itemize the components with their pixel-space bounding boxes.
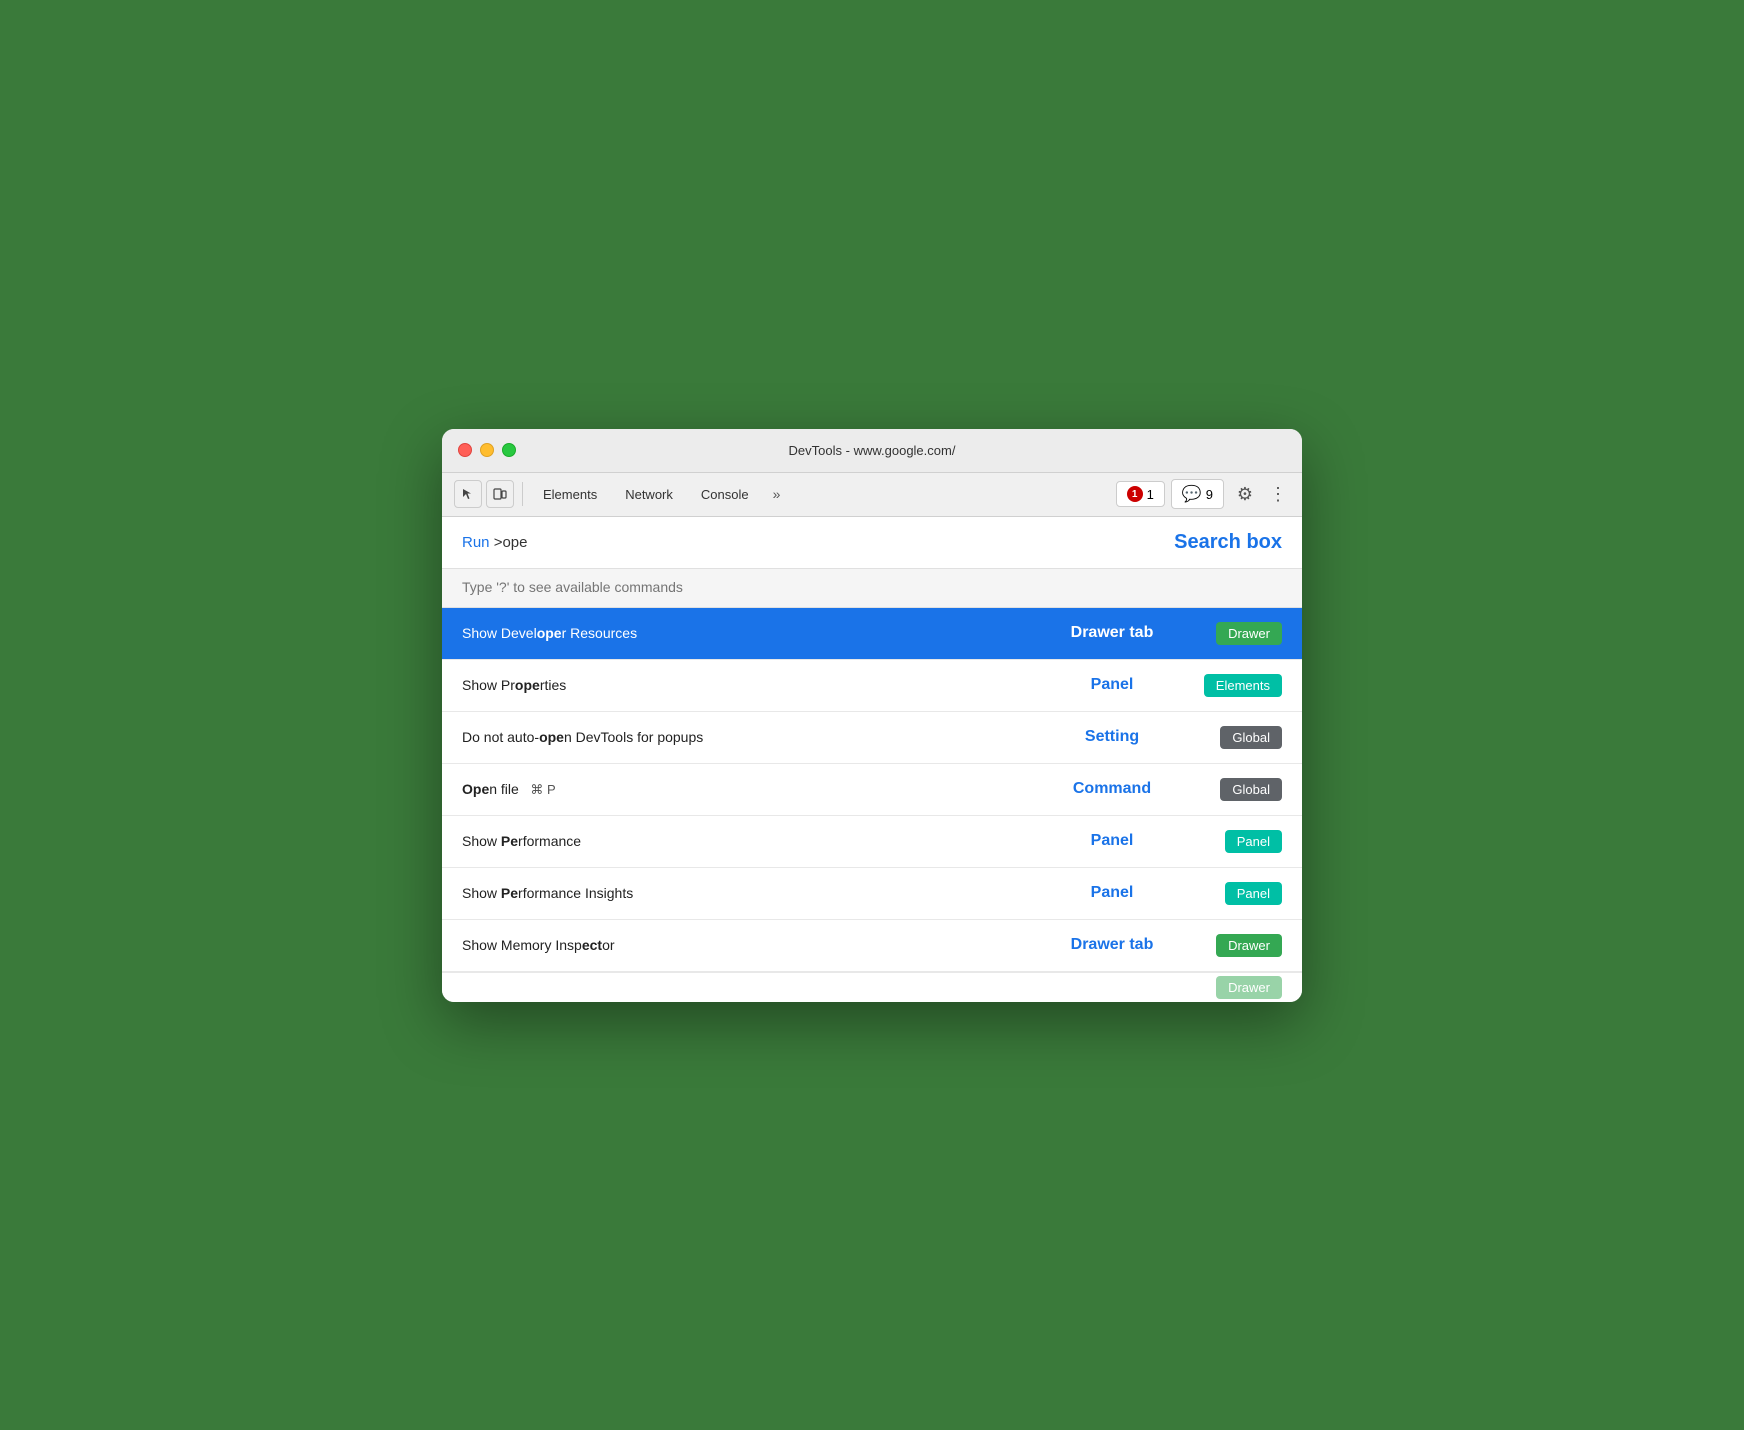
highlight-1: ope [537, 625, 562, 641]
result-row-show-properties[interactable]: Show Properties Panel Elements [442, 660, 1302, 712]
message-count-label: 9 [1206, 487, 1213, 502]
device-toolbar-button[interactable] [486, 480, 514, 508]
cursor-icon [461, 487, 475, 501]
result-row-show-performance[interactable]: Show Performance Panel Panel [442, 816, 1302, 868]
result-row-do-not-auto-open[interactable]: Do not auto-open DevTools for popups Set… [442, 712, 1302, 764]
devtools-window: DevTools - www.google.com/ Elements Netw… [442, 429, 1302, 1002]
results-list: Show Developer Resources Drawer tab Draw… [442, 608, 1302, 1002]
command-search-input[interactable] [462, 579, 1282, 595]
title-bar: DevTools - www.google.com/ [442, 429, 1302, 473]
highlight-3: ope [539, 729, 564, 745]
result-row-show-memory-inspector[interactable]: Show Memory Inspector Drawer tab Drawer [442, 920, 1302, 972]
error-badge: 1 [1127, 486, 1143, 502]
row-name-1: Show Developer Resources [462, 625, 1022, 641]
command-palette-header: Run >ope Search box [442, 517, 1302, 569]
badge-global-4: Global [1220, 778, 1282, 801]
more-dots-icon: ⋮ [1269, 484, 1287, 505]
result-row-open-file[interactable]: Open file ⌘ P Command Global [442, 764, 1302, 816]
row-badge-5: Panel [1202, 830, 1282, 853]
result-row-show-developer-resources[interactable]: Show Developer Resources Drawer tab Draw… [442, 608, 1302, 660]
row-badge-4: Global [1202, 778, 1282, 801]
settings-button[interactable]: ⚙ [1230, 479, 1260, 509]
row-name-2: Show Properties [462, 677, 1022, 693]
row-badge-7: Drawer [1202, 934, 1282, 957]
highlight-7: ect [582, 937, 602, 953]
row-type-5: Panel [1022, 832, 1202, 850]
command-query: Run >ope [462, 534, 528, 551]
result-row-partial[interactable]: Drawer [442, 972, 1302, 1002]
error-count-label: 1 [1147, 487, 1154, 502]
toolbar-right: 1 1 💬 9 ⚙ ⋮ [1116, 479, 1290, 509]
row-name-6: Show Performance Insights [462, 885, 1022, 901]
row-name-3: Do not auto-open DevTools for popups [462, 729, 1022, 745]
row-type-1: Drawer tab [1022, 624, 1202, 642]
traffic-lights [458, 443, 516, 457]
row-badge-2: Elements [1202, 674, 1282, 697]
row-badge-3: Global [1202, 726, 1282, 749]
tab-elements[interactable]: Elements [531, 483, 609, 506]
row-badge-partial: Drawer [1202, 976, 1282, 999]
window-title: DevTools - www.google.com/ [789, 443, 956, 458]
badge-drawer-7: Drawer [1216, 934, 1282, 957]
row-name-7: Show Memory Inspector [462, 937, 1022, 953]
search-box-label: Search box [1174, 531, 1282, 554]
badge-drawer-1: Drawer [1216, 622, 1282, 645]
row-type-6: Panel [1022, 884, 1202, 902]
more-options-button[interactable]: ⋮ [1266, 480, 1290, 508]
gear-icon: ⚙ [1237, 484, 1253, 505]
search-area [442, 569, 1302, 608]
inspect-element-button[interactable] [454, 480, 482, 508]
message-count-button[interactable]: 💬 9 [1171, 479, 1224, 509]
highlight-2: ope [515, 677, 540, 693]
query-text: ope [502, 534, 527, 551]
row-type-4: Command [1022, 780, 1202, 798]
run-label: Run [462, 534, 490, 551]
badge-panel-6: Panel [1225, 882, 1282, 905]
highlight-4: Ope [462, 781, 489, 797]
minimize-button[interactable] [480, 443, 494, 457]
more-tabs-button[interactable]: » [765, 482, 789, 506]
result-row-show-performance-insights[interactable]: Show Performance Insights Panel Panel [442, 868, 1302, 920]
row-badge-6: Panel [1202, 882, 1282, 905]
error-count-button[interactable]: 1 1 [1116, 481, 1165, 507]
shortcut-4: ⌘ P [527, 782, 556, 797]
badge-elements-2: Elements [1204, 674, 1282, 697]
device-icon [493, 487, 507, 501]
close-button[interactable] [458, 443, 472, 457]
row-name-5: Show Performance [462, 833, 1022, 849]
badge-panel-5: Panel [1225, 830, 1282, 853]
message-icon: 💬 [1182, 484, 1202, 504]
badge-global-3: Global [1220, 726, 1282, 749]
tab-network[interactable]: Network [613, 483, 685, 506]
row-type-7: Drawer tab [1022, 936, 1202, 954]
maximize-button[interactable] [502, 443, 516, 457]
row-name-4: Open file ⌘ P [462, 781, 1022, 798]
toolbar-divider-1 [522, 482, 523, 506]
row-type-3: Setting [1022, 728, 1202, 746]
highlight-5: Pe [501, 833, 518, 849]
row-type-2: Panel [1022, 676, 1202, 694]
badge-drawer-partial: Drawer [1216, 976, 1282, 999]
highlight-6: Pe [501, 885, 518, 901]
row-badge-1: Drawer [1202, 622, 1282, 645]
toolbar: Elements Network Console » 1 1 💬 9 ⚙ ⋮ [442, 473, 1302, 517]
tab-console[interactable]: Console [689, 483, 761, 506]
